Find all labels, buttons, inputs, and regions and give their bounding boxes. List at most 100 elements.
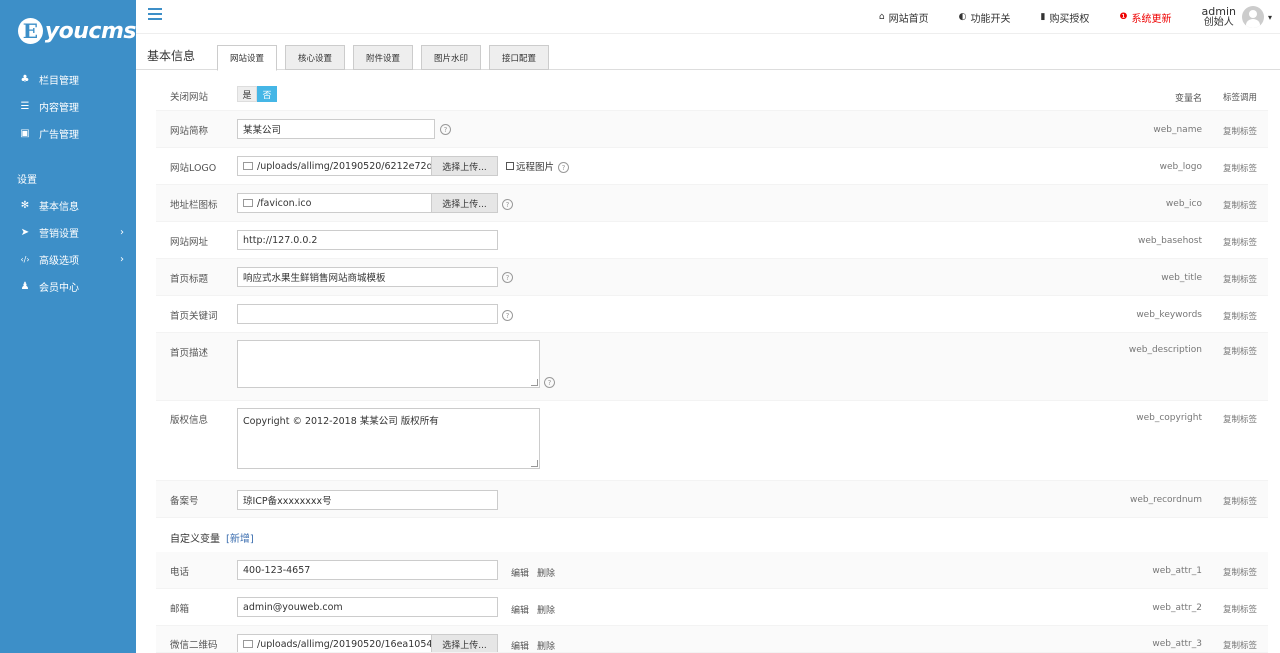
tab-site-settings[interactable]: 网站设置 — [217, 45, 277, 71]
copy-tag-button[interactable]: 复制标签 — [1223, 413, 1257, 425]
sidebar-item-label: 内容管理 — [39, 103, 79, 114]
sidebar-item-marketing[interactable]: ➤ 营销设置 › — [0, 219, 136, 246]
image-icon: ▣ — [20, 128, 30, 139]
copy-tag-button[interactable]: 复制标签 — [1223, 310, 1257, 322]
web-recordnum-input[interactable]: 琼ICP备xxxxxxxx号 — [237, 490, 498, 510]
logo[interactable]: E youcms — [0, 0, 137, 62]
bookmark-icon: ▮ — [1040, 12, 1046, 22]
form-row-custom-phone: 电话 400-123-4657 编辑 删除 web_attr_1 复制标签 — [156, 552, 1268, 589]
user-menu[interactable]: admin 创始人 ▾ — [1202, 6, 1272, 28]
var-name: web_attr_1 — [1152, 566, 1202, 576]
form-row-web-keywords: 首页关键词 ? web_keywords 复制标签 — [156, 296, 1268, 333]
field-label: 关闭网站 — [170, 92, 209, 103]
delete-link[interactable]: 删除 — [537, 639, 555, 652]
image-icon — [243, 640, 253, 648]
copy-tag-button[interactable]: 复制标签 — [1223, 199, 1257, 211]
hamburger-menu-icon[interactable] — [148, 8, 162, 20]
buy-license-label: 购买授权 — [1049, 13, 1090, 25]
checkbox-box[interactable] — [506, 162, 514, 170]
home-icon: ⌂ — [878, 12, 885, 22]
field-label: 首页描述 — [170, 348, 209, 359]
web-ico-value: /favicon.ico — [257, 197, 312, 209]
web-copyright-textarea[interactable]: Copyright © 2012-2018 某某公司 版权所有 — [237, 408, 540, 469]
close-site-toggle[interactable]: 是 否 — [237, 86, 277, 102]
help-icon[interactable]: ? — [502, 310, 513, 321]
web-name-input[interactable]: 某某公司 — [237, 119, 435, 139]
copy-tag-button[interactable]: 复制标签 — [1223, 345, 1257, 357]
chevron-right-icon: › — [120, 254, 124, 265]
gear-icon: ✻ — [20, 200, 30, 211]
tab-watermark[interactable]: 图片水印 — [421, 45, 481, 70]
sitemap-icon: ♣ — [20, 74, 30, 85]
delete-link[interactable]: 删除 — [537, 566, 555, 579]
form-row-web-description: 首页描述 ? web_description 复制标签 — [156, 333, 1268, 401]
help-icon[interactable]: ? — [502, 199, 513, 210]
field-label: 电话 — [170, 567, 190, 578]
copy-tag-button[interactable]: 复制标签 — [1223, 566, 1257, 578]
copy-tag-button[interactable]: 复制标签 — [1223, 495, 1257, 507]
site-home-link[interactable]: ⌂ 网站首页 — [879, 10, 929, 25]
edit-link[interactable]: 编辑 — [511, 566, 529, 579]
form-row-custom-wechat: 微信二维码 /uploads/allimg/20190520/16ea10544… — [156, 626, 1268, 653]
form-row-web-copyright: 版权信息 Copyright © 2012-2018 某某公司 版权所有 web… — [156, 401, 1268, 481]
tab-core-settings[interactable]: 核心设置 — [285, 45, 345, 70]
email-input[interactable]: admin@youweb.com — [237, 597, 498, 617]
wechat-qrcode-input[interactable]: /uploads/allimg/20190520/16ea10544aa4 — [237, 634, 433, 652]
web-title-input[interactable]: 响应式水果生鲜销售网站商城模板 — [237, 267, 498, 287]
topbar: ⌂ 网站首页 ◐ 功能开关 ▮ 购买授权 ❶ 系统更新 admin 创始人 ▾ — [136, 0, 1280, 34]
var-name: web_ico — [1165, 199, 1202, 209]
copy-tag-button[interactable]: 复制标签 — [1223, 603, 1257, 615]
system-update-label: 系统更新 — [1131, 13, 1172, 25]
upload-button[interactable]: 选择上传... — [431, 634, 498, 652]
sidebar-item-content[interactable]: ☰ 内容管理 — [0, 93, 136, 120]
form-row-custom-email: 邮箱 admin@youweb.com 编辑 删除 web_attr_2 复制标… — [156, 589, 1268, 626]
edit-link[interactable]: 编辑 — [511, 639, 529, 652]
form-row-web-ico: 地址栏图标 /favicon.ico 选择上传... ? web_ico 复制标… — [156, 185, 1268, 222]
sidebar-item-advanced[interactable]: ‹/› 高级选项 › — [0, 246, 136, 273]
system-update-link[interactable]: ❶ 系统更新 — [1119, 10, 1171, 25]
sidebar-item-label: 高级选项 — [39, 256, 79, 267]
field-label: 地址栏图标 — [170, 200, 218, 211]
sidebar-item-basic-info[interactable]: ✻ 基本信息 — [0, 192, 136, 219]
image-icon — [243, 199, 253, 207]
help-icon[interactable]: ? — [558, 162, 569, 173]
tab-attachment-settings[interactable]: 附件设置 — [353, 45, 413, 70]
help-icon[interactable]: ? — [440, 124, 451, 135]
copy-tag-button[interactable]: 复制标签 — [1223, 639, 1257, 651]
sidebar-item-ads[interactable]: ▣ 广告管理 — [0, 120, 136, 147]
tab-api-config[interactable]: 接口配置 — [489, 45, 549, 70]
web-ico-input[interactable]: /favicon.ico — [237, 193, 433, 213]
help-icon[interactable]: ? — [502, 272, 513, 283]
logo-mark: E — [18, 18, 43, 44]
toggle-no[interactable]: 否 — [257, 86, 277, 102]
web-keywords-input[interactable] — [237, 304, 498, 324]
upload-button[interactable]: 选择上传... — [431, 156, 498, 176]
delete-link[interactable]: 删除 — [537, 603, 555, 616]
image-icon — [243, 162, 253, 170]
buy-license-link[interactable]: ▮ 购买授权 — [1040, 10, 1089, 25]
custom-variables-title: 自定义变量 — [170, 534, 220, 545]
var-name: web_logo — [1159, 162, 1202, 172]
upload-button[interactable]: 选择上传... — [431, 193, 498, 213]
field-label: 邮箱 — [170, 604, 190, 615]
copy-tag-button[interactable]: 复制标签 — [1223, 236, 1257, 248]
sidebar-item-columns[interactable]: ♣ 栏目管理 — [0, 66, 136, 93]
sidebar-item-members[interactable]: ♟ 会员中心 — [0, 273, 136, 300]
remote-image-checkbox[interactable]: 远程图片 — [506, 159, 554, 173]
toggle-yes[interactable]: 是 — [237, 86, 257, 102]
feature-switch-link[interactable]: ◐ 功能开关 — [959, 10, 1011, 25]
web-description-textarea[interactable] — [237, 340, 540, 388]
field-label: 备案号 — [170, 496, 199, 507]
sidebar-item-label: 广告管理 — [39, 130, 79, 141]
copy-tag-button[interactable]: 复制标签 — [1223, 162, 1257, 174]
web-basehost-input[interactable]: http://127.0.0.2 — [237, 230, 498, 250]
copy-tag-button[interactable]: 复制标签 — [1223, 273, 1257, 285]
feature-switch-label: 功能开关 — [970, 13, 1011, 25]
phone-input[interactable]: 400-123-4657 — [237, 560, 498, 580]
add-custom-variable-link[interactable]: [新增] — [226, 534, 254, 545]
copy-tag-button[interactable]: 复制标签 — [1223, 125, 1257, 137]
edit-link[interactable]: 编辑 — [511, 603, 529, 616]
web-logo-input[interactable]: /uploads/allimg/20190520/6212e72d185f — [237, 156, 433, 176]
help-icon[interactable]: ? — [544, 377, 555, 388]
paper-plane-icon: ➤ — [20, 227, 30, 238]
